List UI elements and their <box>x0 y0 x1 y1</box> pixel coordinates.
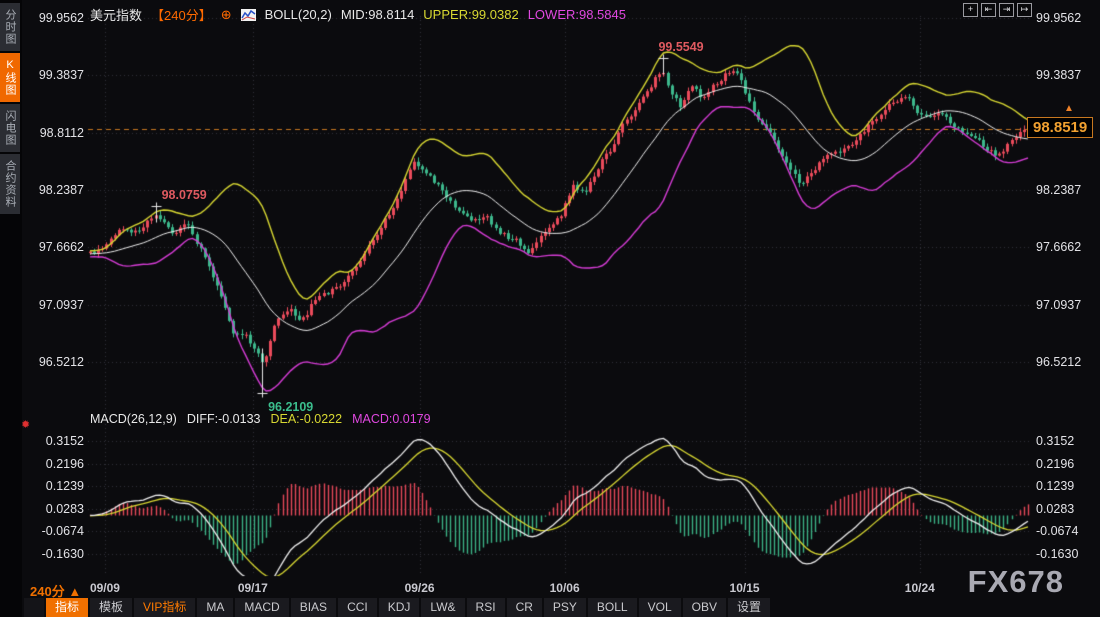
price-marker-arrow-icon: ▲ <box>1064 103 1074 114</box>
toolbar-item-lw[interactable]: LW& <box>421 598 464 617</box>
y-axis-tick: 98.8112 <box>26 126 84 140</box>
macd-dea-value: DEA:-0.0222 <box>270 412 342 426</box>
y-axis-tick: 96.5212 <box>26 355 84 369</box>
y-axis-tick: 99.3837 <box>26 68 84 82</box>
macd-axis-tick: 0.2196 <box>1036 457 1074 471</box>
y-axis-tick: 97.0937 <box>26 298 84 312</box>
add-indicator-icon[interactable]: ⊕ <box>221 7 232 23</box>
y-axis-tick: 97.0937 <box>1036 298 1081 312</box>
compress-left-icon[interactable]: ⇤ <box>981 3 996 17</box>
x-axis-date: 09/09 <box>90 581 120 595</box>
toolbar-item-kdj[interactable]: KDJ <box>379 598 420 617</box>
macd-axis-tick: 0.3152 <box>26 434 84 448</box>
low-price-annotation: 96.2109 <box>268 400 313 414</box>
toolbar-item-bias[interactable]: BIAS <box>291 598 336 617</box>
macd-axis-tick: 0.0283 <box>1036 502 1074 516</box>
macd-formula: MACD(26,12,9) <box>90 412 177 426</box>
y-axis-tick: 99.3837 <box>1036 68 1081 82</box>
chart-controls: + ⇤ ⇥ ↦ <box>963 3 1032 17</box>
macd-axis-tick: 0.1239 <box>1036 479 1074 493</box>
toolbar-item-cci[interactable]: CCI <box>338 598 377 617</box>
boll-indicator-label: BOLL(20,2) <box>265 7 332 22</box>
chart-thumbnail-icon[interactable] <box>241 9 256 21</box>
period-label: 【240分】 <box>151 5 212 24</box>
boll-lower-value: LOWER:98.5845 <box>528 7 626 22</box>
macd-axis-tick: -0.0674 <box>1036 524 1078 538</box>
indicator-toolbar: 指标 模板 VIP指标 MA MACD BIAS CCI KDJ LW& RSI… <box>46 598 770 617</box>
y-axis-tick: 98.2387 <box>1036 183 1081 197</box>
toolbar-spacer <box>24 598 44 617</box>
alert-icon[interactable]: ✹ <box>21 418 30 431</box>
fx678-watermark: FX678 <box>968 564 1064 600</box>
toolbar-item-rsi[interactable]: RSI <box>467 598 505 617</box>
y-axis-tick: 96.5212 <box>1036 355 1081 369</box>
toolbar-item-indicators[interactable]: 指标 <box>46 598 88 617</box>
x-axis-date: 09/26 <box>405 581 435 595</box>
last-price-tag: 98.8519 <box>1027 117 1093 138</box>
toolbar-item-vip-indicators[interactable]: VIP指标 <box>134 598 195 617</box>
toolbar-item-obv[interactable]: OBV <box>683 598 726 617</box>
macd-axis-tick: -0.0674 <box>26 524 84 538</box>
y-axis-tick: 97.6662 <box>1036 240 1081 254</box>
toolbar-item-vol[interactable]: VOL <box>639 598 681 617</box>
toolbar-item-settings[interactable]: 设置 <box>728 598 770 617</box>
y-axis-tick: 97.6662 <box>26 240 84 254</box>
x-axis-date: 10/15 <box>730 581 760 595</box>
macd-diff-value: DIFF:-0.0133 <box>187 412 261 426</box>
macd-axis-tick: 0.2196 <box>26 457 84 471</box>
period-selector-label: 240分 <box>30 584 65 599</box>
toolbar-item-cr[interactable]: CR <box>507 598 542 617</box>
chart-canvas[interactable] <box>0 0 1100 617</box>
y-axis-tick: 99.9562 <box>26 11 84 25</box>
toolbar-item-psy[interactable]: PSY <box>544 598 586 617</box>
sidebar-item-kline-chart[interactable]: K线图 <box>0 53 20 102</box>
boll-mid-value: MID:98.8114 <box>341 7 414 22</box>
macd-axis-tick: -0.1630 <box>26 547 84 561</box>
y-axis-tick: 99.9562 <box>1036 11 1081 25</box>
high-price-annotation: 98.0759 <box>162 188 207 202</box>
macd-axis-tick: 0.1239 <box>26 479 84 493</box>
macd-axis-tick: -0.1630 <box>1036 547 1078 561</box>
pan-crosshair-icon[interactable]: + <box>963 3 978 17</box>
expand-right-icon[interactable]: ⇥ <box>999 3 1014 17</box>
sidebar-item-contract-info[interactable]: 合约资料 <box>0 154 20 214</box>
toolbar-item-boll[interactable]: BOLL <box>588 598 637 617</box>
sidebar-item-time-chart[interactable]: 分时图 <box>0 3 20 51</box>
macd-axis-tick: 0.3152 <box>1036 434 1074 448</box>
x-axis-date: 09/17 <box>238 581 268 595</box>
macd-macd-value: MACD:0.0179 <box>352 412 431 426</box>
chart-application-window: 分时图 K线图 闪电图 合约资料 美元指数 【240分】 ⊕ BOLL(20,2… <box>0 0 1100 617</box>
toolbar-item-templates[interactable]: 模板 <box>90 598 132 617</box>
x-axis-date: 10/06 <box>550 581 580 595</box>
toolbar-item-ma[interactable]: MA <box>197 598 233 617</box>
pan-right-icon[interactable]: ↦ <box>1017 3 1032 17</box>
macd-axis-tick: 0.0283 <box>26 502 84 516</box>
chart-header: 美元指数 【240分】 ⊕ BOLL(20,2) MID:98.8114 UPP… <box>90 5 626 24</box>
symbol-name: 美元指数 <box>90 5 142 24</box>
macd-header: MACD(26,12,9) DIFF:-0.0133 DEA:-0.0222 M… <box>90 412 431 426</box>
x-axis-date: 10/24 <box>905 581 935 595</box>
y-axis-tick: 98.2387 <box>26 183 84 197</box>
boll-upper-value: UPPER:99.0382 <box>423 7 518 22</box>
high-price-annotation: 99.5549 <box>658 40 703 54</box>
toolbar-item-macd[interactable]: MACD <box>235 598 288 617</box>
period-selector-arrow-icon: ▲ <box>68 584 81 599</box>
sidebar-item-lightning-chart[interactable]: 闪电图 <box>0 104 20 152</box>
sidebar: 分时图 K线图 闪电图 合约资料 <box>0 0 22 617</box>
